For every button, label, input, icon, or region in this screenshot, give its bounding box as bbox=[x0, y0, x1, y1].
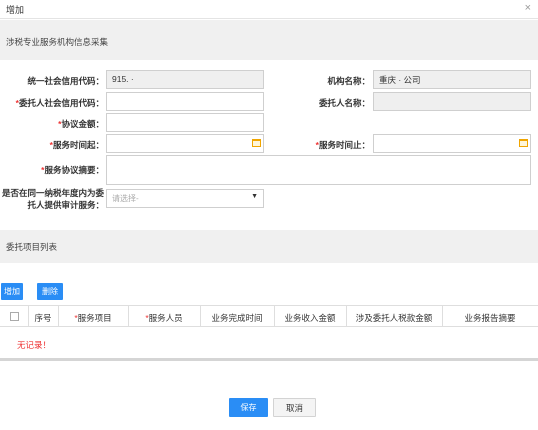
save-button[interactable]: 保存 bbox=[229, 398, 268, 417]
calendar-icon[interactable] bbox=[252, 139, 261, 147]
section-header-project-list: 委托项目列表 bbox=[0, 230, 538, 263]
client-code-input[interactable] bbox=[106, 92, 264, 111]
amount-input[interactable] bbox=[106, 113, 264, 132]
org-name-label: 机构名称： bbox=[327, 76, 370, 86]
calendar-icon[interactable] bbox=[519, 139, 528, 147]
section-title: 涉税专业服务机构信息采集 bbox=[6, 37, 109, 47]
select-placeholder: 请选择- bbox=[112, 194, 139, 203]
client-name-label: 委托人名称： bbox=[318, 98, 370, 108]
column-header-staff: *服务人员 bbox=[145, 313, 183, 323]
column-header-report-summary: 业务报告摘要 bbox=[464, 313, 516, 323]
table-header: 序号 *服务项目 *服务人员 业务完成时间 业务收入金额 涉及委托人税款金额 业… bbox=[0, 305, 538, 327]
start-time-input[interactable] bbox=[106, 134, 264, 153]
delete-button[interactable]: 删除 bbox=[37, 283, 63, 300]
empty-table-message: 无记录！ bbox=[17, 340, 52, 350]
column-header-index: 序号 bbox=[34, 313, 52, 323]
chevron-down-icon: ▼ bbox=[251, 193, 258, 200]
client-name-field[interactable] bbox=[373, 92, 531, 111]
summary-textarea[interactable] bbox=[106, 155, 531, 185]
dialog-title: 增加 bbox=[6, 5, 25, 15]
summary-label: *服务协议摘要： bbox=[41, 165, 104, 175]
audit-service-select[interactable]: 请选择- ▼ bbox=[106, 189, 264, 208]
section-header-org-info: 涉税专业服务机构信息采集 bbox=[0, 20, 538, 60]
dialog-titlebar: 增加 × bbox=[0, 0, 538, 19]
section-title: 委托项目列表 bbox=[6, 242, 58, 252]
column-header-revenue: 业务收入金额 bbox=[284, 313, 336, 323]
amount-label: *协议金额： bbox=[58, 119, 104, 129]
end-time-input[interactable] bbox=[373, 134, 531, 153]
add-button[interactable]: 增加 bbox=[1, 283, 23, 300]
horizontal-scrollbar[interactable] bbox=[0, 358, 538, 361]
start-time-label: *服务时间起： bbox=[49, 140, 104, 150]
column-header-service-item: *服务项目 bbox=[74, 313, 112, 323]
select-all-checkbox[interactable] bbox=[10, 312, 19, 321]
audit-service-label: 是否在同一纳税年度内为委 托人提供审计服务： bbox=[1, 188, 104, 210]
org-name-field[interactable]: 重庆 · 公司 bbox=[373, 70, 531, 89]
column-header-completion-time: 业务完成时间 bbox=[211, 313, 263, 323]
credit-code-field[interactable]: 915. · bbox=[106, 70, 264, 89]
column-header-tax-amount: 涉及委托人税款金额 bbox=[355, 313, 433, 323]
end-time-label: *服务时间止： bbox=[315, 140, 370, 150]
client-code-label: *委托人社会信用代码： bbox=[15, 98, 104, 108]
close-icon[interactable]: × bbox=[525, 2, 531, 14]
credit-code-label: 统一社会信用代码： bbox=[27, 76, 104, 86]
cancel-button[interactable]: 取消 bbox=[273, 398, 316, 417]
